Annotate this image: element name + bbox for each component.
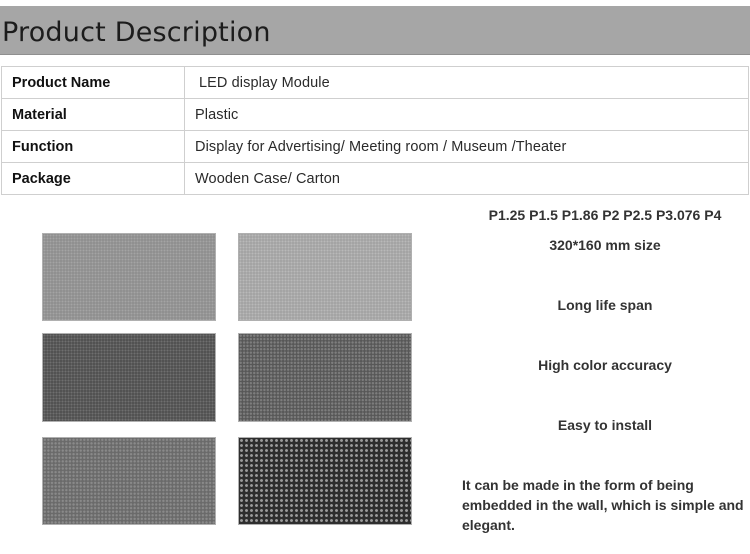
pixel-pitch-list: P1.25 P1.5 P1.86 P2 P2.5 P3.076 P4 (488, 207, 722, 223)
spec-value: LED display Module (184, 66, 749, 99)
feature-easy-install: Easy to install (557, 417, 653, 433)
led-module-image (42, 437, 216, 525)
led-module-image (238, 333, 412, 422)
spec-label: Function (1, 130, 185, 163)
spec-value: Wooden Case/ Carton (184, 162, 749, 195)
page-title: Product Description (2, 17, 271, 48)
led-module-image (238, 233, 412, 321)
led-module-image (42, 233, 216, 321)
section-header: Product Description (0, 6, 750, 55)
spec-label: Package (1, 162, 185, 195)
feature-life-span: Long life span (557, 297, 653, 313)
spec-label: Product Name (1, 66, 185, 99)
installation-note: It can be made in the form of being embe… (462, 477, 744, 533)
table-row: Package Wooden Case/ Carton (1, 162, 749, 195)
module-size: 320*160 mm size (549, 237, 661, 253)
feature-color-accuracy: High color accuracy (538, 357, 672, 373)
led-module-image (42, 333, 216, 422)
spec-value: Plastic (184, 98, 749, 131)
spec-table: Product Name LED display Module Material… (1, 66, 749, 195)
spec-label: Material (1, 98, 185, 131)
table-row: Function Display for Advertising/ Meetin… (1, 130, 749, 163)
table-row: Product Name LED display Module (1, 66, 749, 99)
spec-value: Display for Advertising/ Meeting room / … (184, 130, 749, 163)
table-row: Material Plastic (1, 98, 749, 131)
led-module-image (238, 437, 412, 525)
